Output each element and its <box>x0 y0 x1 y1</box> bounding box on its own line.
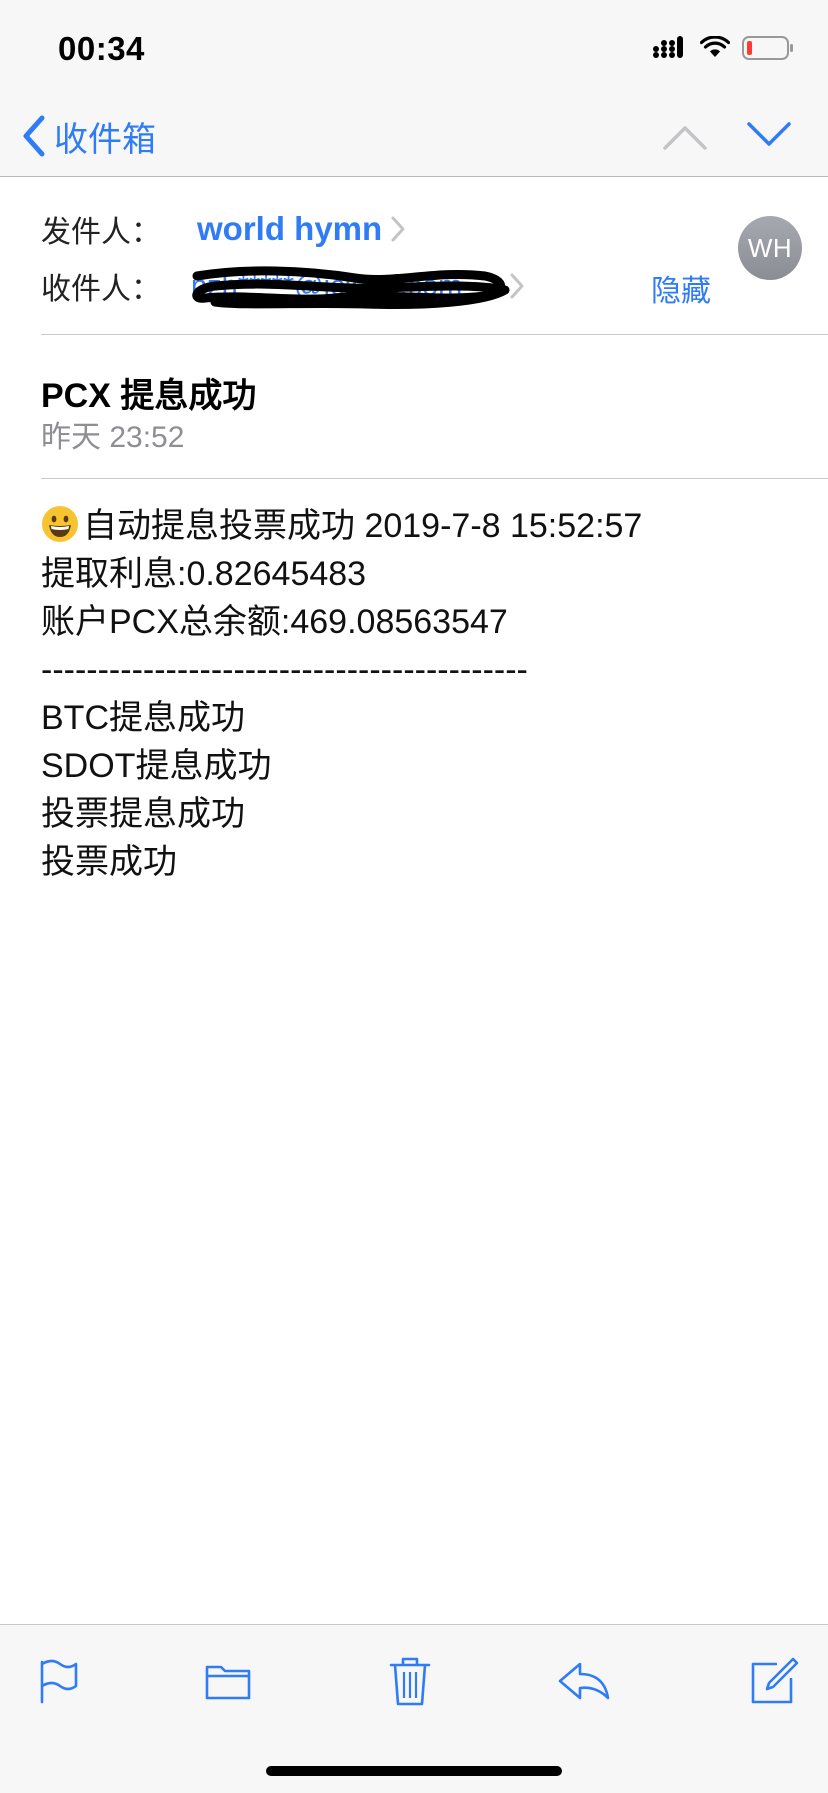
from-row: 发件人： world hymn <box>41 206 406 252</box>
battery-icon <box>742 36 793 60</box>
hide-details-button[interactable]: 隐藏 <box>651 266 711 310</box>
chevron-left-icon <box>23 115 45 157</box>
nav-bar: 收件箱 <box>0 96 828 177</box>
folder-icon <box>205 1665 251 1700</box>
grinning-emoji-icon <box>42 506 78 542</box>
chevron-right-icon <box>391 216 405 242</box>
trash-button[interactable] <box>378 1649 442 1713</box>
body-line-text: 自动提息投票成功 2019-7-8 15:52:57 <box>83 507 643 545</box>
flag-icon <box>40 1659 78 1704</box>
message-subject: PCX 提息成功 <box>41 377 257 415</box>
body-line: 投票成功 <box>41 843 177 881</box>
compose-button[interactable] <box>742 1649 806 1713</box>
from-label: 发件人： <box>41 216 161 249</box>
flag-button[interactable] <box>26 1649 90 1713</box>
reply-icon <box>558 1662 610 1700</box>
previous-message-button[interactable] <box>660 114 710 158</box>
recipient-address[interactable]: nzh*****@icloud.com <box>191 265 510 309</box>
back-button[interactable]: 收件箱 <box>22 110 156 162</box>
home-indicator[interactable] <box>266 1766 562 1776</box>
signal-icon <box>653 36 683 58</box>
move-to-folder-button[interactable] <box>196 1649 260 1713</box>
compose-icon <box>751 1657 799 1704</box>
to-row: 收件人： nzh*****@icloud.com <box>41 264 525 309</box>
message-date: 昨天 23:52 <box>41 421 185 454</box>
sender-name[interactable]: world hymn <box>197 210 382 248</box>
status-bar: 00:34 <box>0 0 828 96</box>
status-time: 00:34 <box>58 30 145 67</box>
body-line: SDOT提息成功 <box>41 747 272 785</box>
body-line: 账户PCX总余额:469.08563547 <box>41 603 508 641</box>
avatar[interactable]: WH <box>738 216 802 280</box>
body-line: 提取利息:0.82645483 <box>41 555 367 593</box>
wifi-icon <box>700 36 730 57</box>
redaction-scribble <box>192 265 510 309</box>
body-line: 投票提息成功 <box>41 795 245 833</box>
subject-divider <box>41 478 828 479</box>
reply-button[interactable] <box>552 1649 616 1713</box>
message-body: 自动提息投票成功 2019-7-8 15:52:57 提取利息:0.826454… <box>41 502 642 886</box>
next-message-button[interactable] <box>744 114 794 158</box>
trash-icon <box>389 1657 431 1706</box>
header-divider <box>41 334 828 335</box>
to-label: 收件人： <box>41 273 161 306</box>
body-line: 自动提息投票成功 2019-7-8 15:52:57 <box>41 502 642 550</box>
body-line: ----------------------------------------… <box>41 651 528 689</box>
back-label: 收件箱 <box>54 120 156 159</box>
body-line: BTC提息成功 <box>41 699 245 737</box>
